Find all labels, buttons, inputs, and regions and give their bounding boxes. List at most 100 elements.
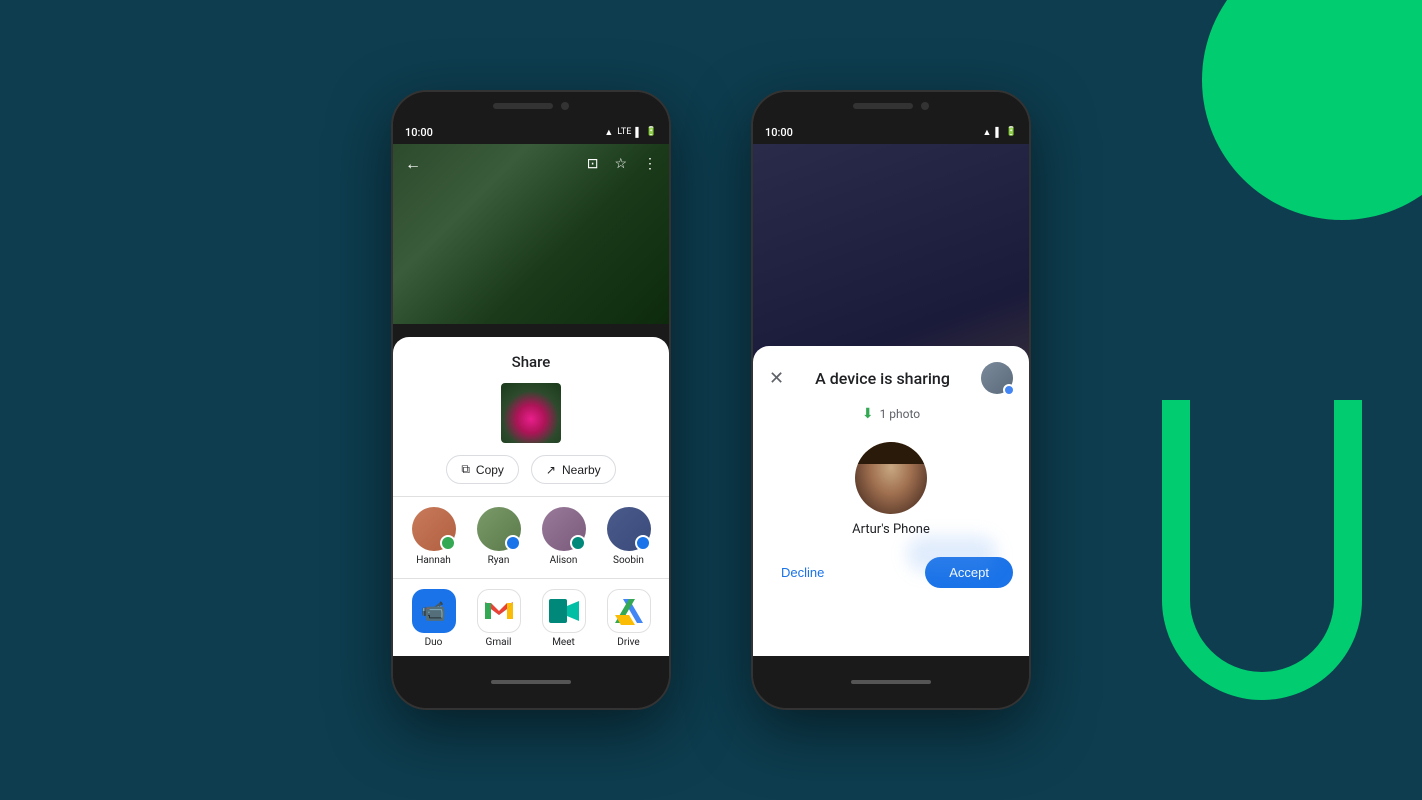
phone-2-bottom-bar <box>753 656 1029 708</box>
decorative-circle <box>1202 0 1422 220</box>
decline-button[interactable]: Decline <box>769 557 836 588</box>
phone-1-status-bar: 10:00 ▲ LTE ▌ 🔋 <box>393 120 669 144</box>
close-icon[interactable]: ✕ <box>769 368 784 389</box>
app-duo[interactable]: 📹 Duo <box>406 589 462 648</box>
share-apps: 📹 Duo <box>393 589 669 648</box>
gmail-app-icon <box>477 589 521 633</box>
phone-2-top-bar <box>753 92 1029 120</box>
share-contacts: Hannah Ryan Alison <box>393 507 669 566</box>
phone-1-status-icons: ▲ LTE ▌ 🔋 <box>604 127 657 138</box>
copy-label: Copy <box>476 463 504 477</box>
back-icon[interactable]: ← <box>405 154 421 174</box>
battery-icon-2: 🔋 <box>1006 127 1017 137</box>
phone-2-speaker <box>853 103 913 109</box>
duo-app-icon: 📹 <box>412 589 456 633</box>
phone-1-time: 10:00 <box>405 126 433 139</box>
drive-app-icon <box>607 589 651 633</box>
phone-2-status-icons: ▲ ▌ 🔋 <box>982 127 1017 138</box>
phone-2-camera <box>921 102 929 110</box>
wifi-icon: ▲ <box>604 127 613 138</box>
share-preview-image <box>501 383 561 443</box>
nearby-share-dialog: ✕ A device is sharing ⬇ 1 photo Artur's <box>753 346 1029 656</box>
share-sheet: Share ⧉ Copy ↗ Nearby <box>393 337 669 656</box>
phone-2-time: 10:00 <box>765 126 793 139</box>
phone-1-home-indicator <box>491 680 571 684</box>
sender-avatar <box>855 442 927 514</box>
app-name-gmail: Gmail <box>486 637 512 648</box>
contact-badge-ryan <box>505 535 521 551</box>
sender-avatar-badge <box>1003 384 1015 396</box>
meet-svg <box>549 599 579 623</box>
contact-badge-hannah <box>440 535 456 551</box>
share-actions: ⧉ Copy ↗ Nearby <box>393 455 669 484</box>
app-name-drive: Drive <box>617 637 639 648</box>
gallery-background: ← ⊡ ☆ ⋮ <box>393 144 669 324</box>
phone-2-status-bar: 10:00 ▲ ▌ 🔋 <box>753 120 1029 144</box>
more-icon[interactable]: ⋮ <box>643 156 657 172</box>
download-icon: ⬇ <box>862 406 874 422</box>
flower-image <box>501 383 561 443</box>
sender-section: Artur's Phone <box>769 442 1013 537</box>
phones-wrapper: 10:00 ▲ LTE ▌ 🔋 ← ⊡ ☆ ⋮ Share <box>391 90 1031 710</box>
phone-2: 10:00 ▲ ▌ 🔋 ✕ A device is sharing ⬇ <box>751 90 1031 710</box>
contact-name-soobin: Soobin <box>613 555 644 566</box>
dialog-actions: Decline Accept <box>769 557 1013 588</box>
sender-mini-avatar <box>981 362 1013 394</box>
share-divider-2 <box>393 578 669 579</box>
decorative-arc <box>1162 400 1362 700</box>
phone-2-home-indicator <box>851 680 931 684</box>
wifi-icon-2: ▲ <box>982 127 991 138</box>
contact-ryan[interactable]: Ryan <box>471 507 527 566</box>
phone-1: 10:00 ▲ LTE ▌ 🔋 ← ⊡ ☆ ⋮ Share <box>391 90 671 710</box>
app-name-duo: Duo <box>425 637 443 648</box>
phone-1-camera <box>561 102 569 110</box>
contact-soobin[interactable]: Soobin <box>601 507 657 566</box>
share-divider <box>393 496 669 497</box>
nearby-label: Nearby <box>562 463 601 477</box>
meet-app-icon <box>542 589 586 633</box>
star-icon[interactable]: ☆ <box>614 156 627 172</box>
nearby-icon: ↗ <box>546 463 556 477</box>
lte-label: LTE <box>617 127 631 137</box>
phone-2-screen: ✕ A device is sharing ⬇ 1 photo Artur's <box>753 144 1029 656</box>
contact-alison[interactable]: Alison <box>536 507 592 566</box>
phone-1-speaker <box>493 103 553 109</box>
drive-svg <box>613 597 645 625</box>
gallery-toolbar: ← ⊡ ☆ ⋮ <box>393 144 669 184</box>
accept-ripple <box>907 536 997 572</box>
dialog-subtitle: ⬇ 1 photo <box>769 406 1013 422</box>
dialog-header: ✕ A device is sharing <box>769 362 1013 394</box>
phone-1-bottom-bar <box>393 656 669 708</box>
duo-icon-glyph: 📹 <box>421 599 446 623</box>
contact-avatar-soobin <box>607 507 651 551</box>
contact-name-ryan: Ryan <box>488 555 510 566</box>
contact-name-alison: Alison <box>550 555 578 566</box>
app-drive[interactable]: Drive <box>601 589 657 648</box>
photo-count: 1 photo <box>880 407 921 421</box>
battery-icon: 🔋 <box>646 127 657 137</box>
gmail-svg <box>485 601 513 621</box>
contact-hannah[interactable]: Hannah <box>406 507 462 566</box>
signal-icon-2: ▌ <box>995 127 1001 138</box>
phone-1-top-bar <box>393 92 669 120</box>
contact-name-hannah: Hannah <box>416 555 451 566</box>
app-name-meet: Meet <box>552 637 575 648</box>
signal-icon: ▌ <box>635 127 641 138</box>
contact-badge-soobin <box>635 535 651 551</box>
contact-avatar-hannah <box>412 507 456 551</box>
share-title: Share <box>393 353 669 371</box>
contact-avatar-alison <box>542 507 586 551</box>
phone-1-screen: ← ⊡ ☆ ⋮ Share ⧉ Copy <box>393 144 669 656</box>
sender-hair <box>855 442 927 464</box>
cast-icon[interactable]: ⊡ <box>587 156 599 172</box>
contact-badge-alison <box>570 535 586 551</box>
contact-avatar-ryan <box>477 507 521 551</box>
app-gmail[interactable]: Gmail <box>471 589 527 648</box>
share-preview <box>393 383 669 443</box>
nearby-button[interactable]: ↗ Nearby <box>531 455 616 484</box>
copy-icon: ⧉ <box>461 462 470 477</box>
sender-name: Artur's Phone <box>852 522 930 537</box>
dialog-title: A device is sharing <box>784 369 981 388</box>
copy-button[interactable]: ⧉ Copy <box>446 455 519 484</box>
app-meet[interactable]: Meet <box>536 589 592 648</box>
